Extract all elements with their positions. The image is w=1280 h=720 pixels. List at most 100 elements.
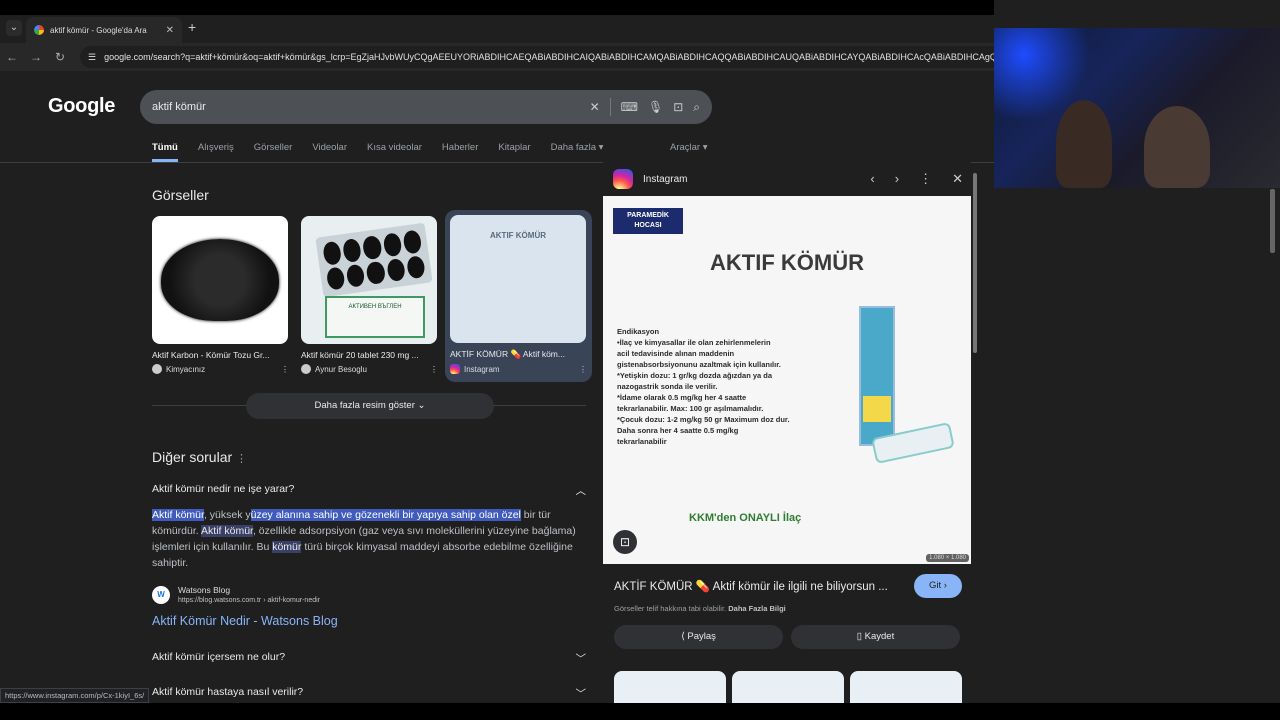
more-vert-icon: ⋮ [236,453,248,465]
question-2[interactable]: Aktif kömür içersem ne olur? ﹀ [152,651,586,666]
question-1[interactable]: Aktif kömür nedir ne işe yarar? ︿ [152,483,586,498]
tube-label [863,396,891,422]
thumb-title: AKTIF KÖMÜR [450,215,586,343]
person-right [1144,106,1210,188]
related-images [614,671,962,705]
related-image[interactable] [614,671,726,705]
search-icon[interactable]: ⌕ [693,100,700,115]
question-text: Aktif kömür nedir ne işe yarar? [152,483,295,495]
site-info-icon[interactable]: ☰ [88,52,96,63]
source-name: Watsons Blog [178,585,231,595]
watsons-logo-icon: W [152,585,170,604]
forward-icon[interactable]: → [24,50,48,64]
image-title: AKTIF KÖMÜR [710,250,864,275]
tab-search-icon[interactable]: ⌄ [6,20,22,36]
microphone-icon[interactable]: 🎙 [648,100,663,114]
browser-tab[interactable]: aktif kömür - Google'da Ara ✕ [26,17,182,43]
card-source: Kimyacınız [166,364,206,374]
divider [609,98,611,116]
chevron-down-icon[interactable]: ﹀ [576,651,587,666]
webcam-overlay [994,28,1280,188]
chevron-down-icon[interactable]: ﹀ [576,686,587,701]
card-source: Instagram [464,364,500,374]
source-link[interactable]: Aktif Kömür Nedir - Watsons Blog [152,614,338,628]
close-icon[interactable]: ✕ [952,171,963,187]
visit-button[interactable]: Git › [914,574,962,598]
reload-icon[interactable]: ↻ [48,50,72,64]
back-icon[interactable]: ← [0,50,24,64]
source-favicon-icon [301,364,311,374]
share-button[interactable]: ⟨ Paylaş [614,625,783,649]
source-url: https://blog.watsons.com.tr › aktif-komu… [178,597,320,604]
card-title[interactable]: AKTİF KÖMÜR 💊 Aktif köm... [450,349,587,360]
google-favicon-icon [34,25,44,35]
clear-icon[interactable]: ✕ [590,100,600,114]
lens-search-icon[interactable]: ⊡ [613,530,637,554]
more-images-button[interactable]: Daha fazla resim göster ⌄ [246,393,494,419]
image-card-3-selected[interactable]: AKTIF KÖMÜR AKTİF KÖMÜR 💊 Aktif köm... I… [445,210,592,382]
more-vert-icon[interactable]: ⋮ [579,365,587,374]
person-left [1056,100,1112,188]
card-title[interactable]: Aktif Karbon - Kömür Tozu Gr... [152,350,289,360]
preview-image[interactable]: PARAMEDİK HOCASI AKTIF KÖMÜR Endikasyon … [603,196,971,564]
search-filters: Tümü Alışveriş Görseller Videolar Kısa v… [152,142,603,162]
filter-more[interactable]: Daha fazla ▾ [551,142,604,162]
search-box[interactable]: aktif kömür ✕ ⌨ 🎙 ⊡ ⌕ [140,90,712,124]
image-dimensions: 1.080 × 1.080 [926,554,969,562]
image-preview-panel: Instagram ‹ › ⋮ ✕ PARAMEDİK HOCASI AKTIF… [603,159,971,705]
other-questions-heading: Diğer sorular ⋮ [152,449,248,465]
panel-site-name: Instagram [643,173,688,185]
filter-books[interactable]: Kitaplar [498,142,530,162]
close-icon[interactable]: ✕ [166,25,174,36]
more-vert-icon[interactable]: ⋮ [919,171,932,187]
chevron-up-icon[interactable]: ︿ [576,483,587,498]
more-vert-icon[interactable]: ⋮ [430,365,438,374]
image-card-2[interactable]: АКТИВЕН ВЪГЛЕН Aktif kömür 20 tablet 230… [301,216,438,374]
card-title[interactable]: Aktif kömür 20 tablet 230 mg ... [301,350,438,360]
tools-menu[interactable]: Araçlar ▾ [670,142,708,153]
url-text: google.com/search?q=aktif+kömür&oq=aktif… [104,52,994,62]
instagram-icon [450,364,460,374]
related-image[interactable] [850,671,962,705]
copyright-note: Görseller telif hakkına tabi olabilir. D… [614,604,786,613]
filter-short-videos[interactable]: Kısa videolar [367,142,422,162]
related-image[interactable] [732,671,844,705]
google-logo[interactable]: Google [48,95,115,118]
question-text: Aktif kömür hastaya nasıl verilir? [152,686,304,698]
question-3[interactable]: Aktif kömür hastaya nasıl verilir? ﹀ [152,686,586,701]
tab-title: aktif kömür - Google'da Ara [50,25,147,35]
save-button[interactable]: ▯ Kaydet [791,625,960,649]
medicine-tube [859,306,895,446]
filter-videos[interactable]: Videolar [312,142,347,162]
panel-scrollbar[interactable] [972,163,978,703]
prev-icon[interactable]: ‹ [870,171,874,187]
filter-shopping[interactable]: Alışveriş [198,142,234,162]
panel-title[interactable]: AKTİF KÖMÜR 💊 Aktif kömür ile ilgili ne … [614,579,904,593]
kkm-approved-text: KKM'den ONAYLI İlaç [689,512,802,524]
link-status-bar: https://www.instagram.com/p/Cx-1kiyI_6s/ [0,688,150,703]
paramedik-badge: PARAMEDİK HOCASI [613,208,683,234]
more-vert-icon[interactable]: ⋮ [281,365,289,374]
screen-bottom-bar [0,703,1280,720]
keyboard-icon[interactable]: ⌨ [621,100,638,114]
filter-all[interactable]: Tümü [152,142,178,162]
answer-source[interactable]: W Watsons Blog https://blog.watsons.com.… [152,585,320,604]
filter-images[interactable]: Görseller [254,142,293,162]
learn-more-link[interactable]: Daha Fazla Bilgi [728,604,786,613]
tablets-image[interactable]: АКТИВЕН ВЪГЛЕН [301,216,437,344]
source-favicon-icon [152,364,162,374]
url-field[interactable]: ☰ google.com/search?q=aktif+kömür&oq=akt… [80,46,994,68]
charcoal-image[interactable] [152,216,288,344]
instagram-image[interactable]: AKTIF KÖMÜR [450,215,586,343]
question-text: Aktif kömür içersem ne olur? [152,651,286,663]
box-label: АКТИВЕН ВЪГЛЕН [325,296,425,338]
next-icon[interactable]: › [895,171,899,187]
card-source: Aynur Besoglu [315,364,367,374]
search-input[interactable]: aktif kömür [152,101,590,113]
new-tab-icon[interactable]: + [188,19,196,35]
image-card-1[interactable]: Aktif Karbon - Kömür Tozu Gr... Kimyacın… [152,216,289,374]
answer-text: Aktif kömür, yüksek yüzey alanına sahip … [152,509,576,569]
lens-icon[interactable]: ⊡ [673,100,683,114]
filter-news[interactable]: Haberler [442,142,478,162]
page-scrollbar[interactable] [1270,189,1275,253]
